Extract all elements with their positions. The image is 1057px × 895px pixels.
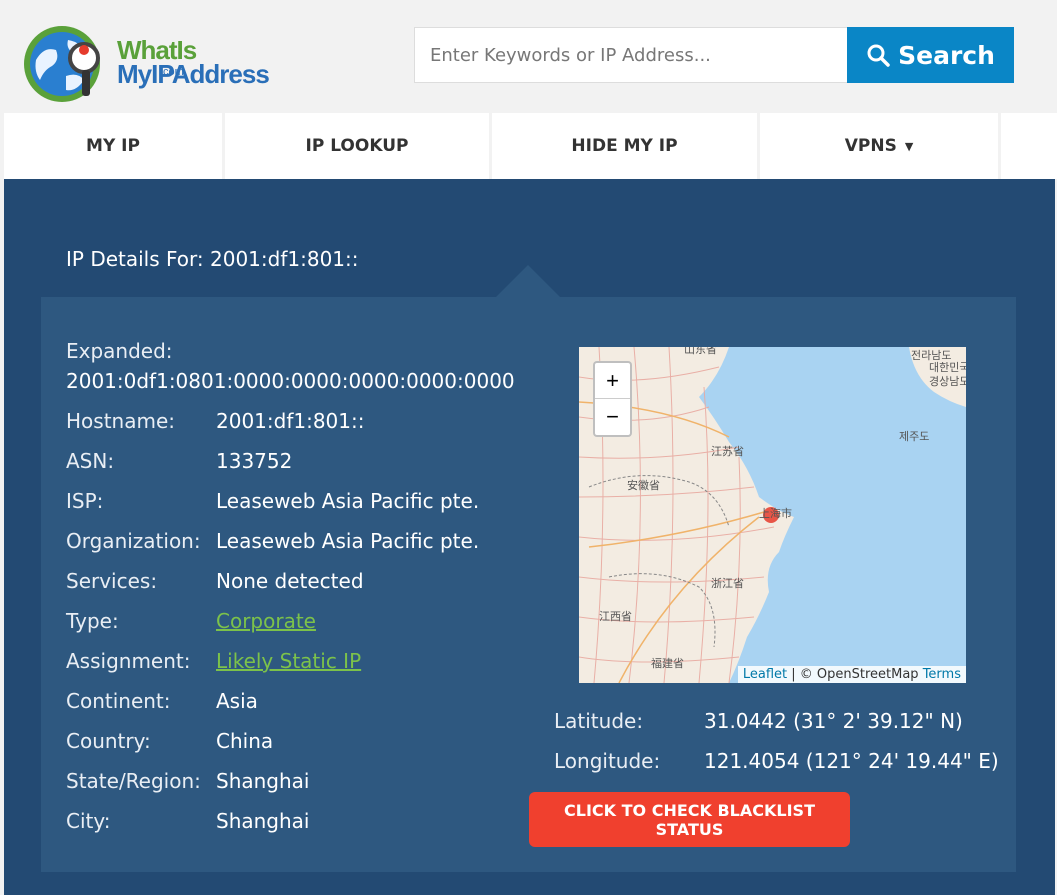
ip-details-title: IP Details For: 2001:df1:801:: [66, 247, 359, 271]
nav-item-label: MY IP [86, 136, 140, 156]
search-input[interactable] [414, 27, 848, 83]
map-label: 江苏省 [711, 445, 744, 458]
detail-label: Services: [66, 569, 158, 593]
detail-label: ISP: [66, 489, 104, 513]
logo-text-com: .com [160, 66, 184, 78]
map-label: 대한민국 [929, 361, 966, 374]
latitude-label: Latitude: [554, 709, 644, 733]
location-map[interactable]: 山东省 江苏省 安徽省 上海市 浙江省 江西省 福建省 제주도 전라남도 대한민… [579, 347, 966, 683]
map-label: 安徽省 [627, 478, 660, 492]
detail-label: Assignment: [66, 649, 191, 673]
zoom-in-button[interactable]: + [595, 363, 630, 399]
logo-text-myipaddress: MyIPAddress [117, 59, 270, 89]
globe-magnifier-icon [24, 26, 100, 102]
check-blacklist-button[interactable]: CLICK TO CHECK BLACKLIST STATUS [529, 792, 850, 847]
detail-label: ASN: [66, 449, 115, 473]
attribution-text: | © OpenStreetMap [787, 667, 923, 682]
detail-value-expanded: 2001:0df1:0801:0000:0000:0000:0000:0000 [66, 369, 515, 393]
ip-details-panel: Expanded: 2001:0df1:0801:0000:0000:0000:… [41, 297, 1016, 872]
detail-value: Asia [216, 689, 258, 713]
map-zoom-control: + − [593, 361, 632, 437]
detail-label: State/Region: [66, 769, 201, 793]
detail-value: Shanghai [216, 809, 310, 833]
detail-label: Organization: [66, 529, 201, 553]
caret-down-icon: ▼ [904, 139, 914, 153]
map-label: 江西省 [599, 610, 632, 623]
detail-value: Likely Static IP [216, 649, 361, 673]
nav-item-ip-lookup[interactable]: IP LOOKUP [225, 113, 489, 179]
search-button-label: Search [898, 40, 995, 70]
longitude-label: Longitude: [554, 749, 661, 773]
map-tiles: 山东省 江苏省 安徽省 上海市 浙江省 江西省 福建省 제주도 전라남도 대한민… [579, 347, 966, 683]
detail-label: Country: [66, 729, 151, 753]
assignment-link[interactable]: Likely Static IP [216, 649, 361, 673]
search-button[interactable]: Search [847, 27, 1014, 83]
site-logo[interactable]: WhatIs MyIPAddress .com [22, 20, 292, 108]
detail-label: Type: [66, 609, 119, 633]
detail-label: Continent: [66, 689, 171, 713]
map-attribution: Leaflet | © OpenStreetMap Terms [737, 666, 966, 683]
nav-item-label: VPNS [844, 136, 897, 156]
map-label: 경상남도 [929, 375, 966, 388]
detail-value: Leaseweb Asia Pacific pte. [216, 529, 480, 553]
map-label: 浙江省 [711, 577, 744, 590]
map-label: 제주도 [899, 430, 929, 443]
nav-item-my-ip[interactable]: MY IP [4, 113, 222, 179]
site-header: WhatIs MyIPAddress .com Search [0, 0, 1057, 113]
latitude-value: 31.0442 (31° 2' 39.12" N) [704, 709, 963, 733]
map-label: 福建省 [651, 656, 684, 670]
panel-pointer [495, 265, 561, 298]
map-label: 山东省 [684, 347, 717, 356]
main-nav: MY IP IP LOOKUP HIDE MY IP VPNS ▼ [4, 113, 1057, 179]
detail-label: Expanded: [66, 339, 173, 363]
leaflet-link[interactable]: Leaflet [743, 667, 787, 682]
search-icon [867, 44, 890, 67]
detail-value: 133752 [216, 449, 293, 473]
detail-value: Corporate [216, 609, 316, 633]
detail-label: Hostname: [66, 409, 175, 433]
type-link[interactable]: Corporate [216, 609, 316, 633]
nav-item-vpns[interactable]: VPNS ▼ [760, 113, 998, 179]
nav-item-label: IP LOOKUP [305, 136, 409, 156]
longitude-value: 121.4054 (121° 24' 19.44" E) [704, 749, 999, 773]
nav-item-label: HIDE MY IP [571, 136, 678, 156]
nav-item-hide-my-ip[interactable]: HIDE MY IP [492, 113, 757, 179]
map-label: 上海市 [759, 506, 792, 520]
nav-item-overflow [1001, 113, 1057, 179]
ip-details-section: IP Details For: 2001:df1:801:: Expanded:… [4, 179, 1055, 895]
detail-value: China [216, 729, 274, 753]
zoom-out-button[interactable]: − [595, 399, 630, 435]
detail-label: City: [66, 809, 111, 833]
detail-value: Leaseweb Asia Pacific pte. [216, 489, 480, 513]
terms-link[interactable]: Terms [923, 667, 961, 682]
detail-value: None detected [216, 569, 364, 593]
detail-value: 2001:df1:801:: [216, 409, 365, 433]
detail-value: Shanghai [216, 769, 310, 793]
